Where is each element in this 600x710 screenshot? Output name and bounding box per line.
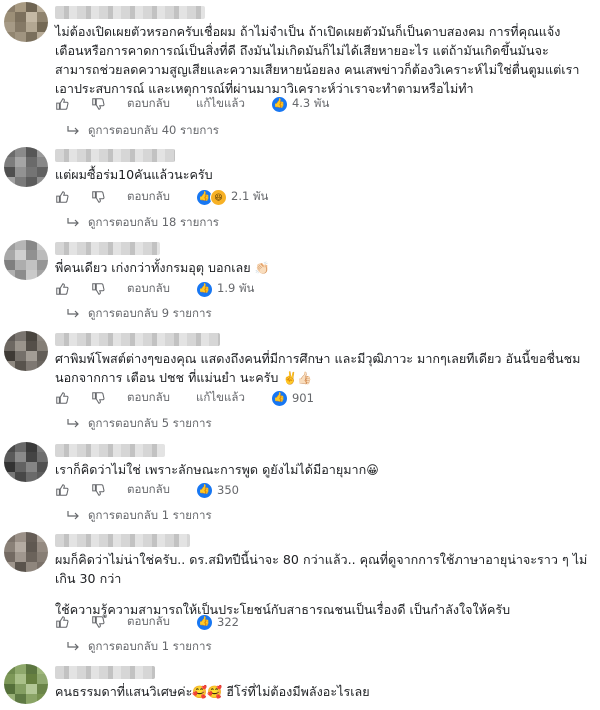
- thumbs-down-icon[interactable]: [91, 391, 105, 405]
- commenter-name[interactable]: [55, 333, 220, 346]
- like-reaction-icon: 👍: [196, 481, 213, 499]
- reaction-summary[interactable]: 👍 322: [196, 613, 239, 631]
- comment-sentence: เราก็คิดว่าไม่ใช่ เพราะลักษณะการพูด ดูยั…: [55, 462, 367, 477]
- replies-label: ดูการตอบกลับ 18 รายการ: [88, 215, 219, 229]
- comment-actions: ตอบกลับ 👍 322: [55, 613, 239, 631]
- comment-paragraph: ผมก็คิดว่าไม่น่าใช่ครับ.. ดร.สมิทปีนี้น่…: [55, 552, 588, 586]
- grinning-emoji: 😀: [366, 463, 379, 477]
- view-replies-button[interactable]: ดูการตอบกลับ 1 รายการ: [66, 638, 212, 656]
- commenter-name[interactable]: [55, 444, 165, 457]
- edited-label: แก้ไขแล้ว: [196, 390, 245, 404]
- comment-text: ศาพิมพ์โพสต์ต่างๆของคุณ แสดงถึงคนที่มีกา…: [55, 349, 590, 388]
- reply-arrow-icon: [66, 125, 80, 137]
- thumbs-up-icon[interactable]: [55, 190, 69, 204]
- avatar[interactable]: [4, 240, 48, 280]
- reply-arrow-icon: [66, 510, 80, 522]
- edited-label: แก้ไขแล้ว: [196, 96, 245, 110]
- reaction-summary[interactable]: 👍 1.9 พัน: [196, 280, 254, 298]
- view-replies-button[interactable]: ดูการตอบกลับ 18 รายการ: [66, 214, 219, 232]
- like-reaction-icon: 👍: [196, 613, 213, 631]
- view-replies-button[interactable]: ดูการตอบกลับ 1 รายการ: [66, 507, 212, 525]
- comment-actions: ตอบกลับ 👍 😆 2.1 พัน: [55, 188, 268, 206]
- comment-actions: ตอบกลับ 👍 350: [55, 481, 239, 499]
- comment-text: แต่ผมซื้อร่ม10คันแล้วนะครับ: [55, 165, 213, 184]
- thumbs-up-icon[interactable]: [55, 391, 69, 405]
- comment-text: เราก็คิดว่าไม่ใช่ เพราะลักษณะการพูด ดูยั…: [55, 460, 379, 480]
- like-reaction-icon: 👍: [270, 95, 288, 113]
- avatar[interactable]: [4, 442, 48, 482]
- view-replies-button[interactable]: ดูการตอบกลับ 40 รายการ: [66, 122, 219, 140]
- reaction-count: 2.1 พัน: [231, 189, 269, 203]
- replies-label: ดูการตอบกลับ 9 รายการ: [88, 306, 212, 320]
- victory-thumbs-emoji: ✌️👍🏻: [282, 371, 313, 385]
- thumbs-down-icon[interactable]: [91, 97, 105, 111]
- reply-button[interactable]: ตอบกลับ: [127, 613, 170, 631]
- comment-paragraph: ไม่ต้องเปิดเผยตัวหรอกครับเชื่อผม ถ้าไม่จ…: [55, 24, 580, 96]
- reaction-summary[interactable]: 👍 901: [270, 389, 314, 407]
- replies-label: ดูการตอบกลับ 1 รายการ: [88, 508, 212, 522]
- reaction-count: 1.9 พัน: [217, 281, 255, 295]
- commenter-name[interactable]: [55, 242, 160, 255]
- smiling-hearts-emoji: 🥰🥰: [192, 685, 223, 699]
- reaction-summary[interactable]: 👍 4.3 พัน: [270, 95, 330, 113]
- reaction-count: 901: [291, 391, 314, 405]
- comment-sentence: ฮีโร่ที่ไม่ต้องมีพลังอะไรเลย: [222, 684, 370, 699]
- reaction-count: 350: [217, 483, 239, 497]
- thumbs-down-icon[interactable]: [91, 615, 105, 629]
- comment-sentence: ศาพิมพ์โพสต์ต่างๆของคุณ แสดงถึงคนที่มีกา…: [55, 351, 581, 385]
- comment-actions: ตอบกลับ แก้ไขแล้ว 👍 901: [55, 389, 314, 407]
- comment-text: ไม่ต้องเปิดเผยตัวหรอกครับเชื่อผม ถ้าไม่จ…: [55, 22, 590, 98]
- avatar[interactable]: [4, 532, 48, 572]
- reply-arrow-icon: [66, 641, 80, 653]
- comment-paragraph: แต่ผมซื้อร่ม10คันแล้วนะครับ: [55, 167, 213, 182]
- commenter-name[interactable]: [55, 666, 155, 679]
- comment-actions: ตอบกลับ 👍 1.9 พัน: [55, 280, 254, 298]
- comment-text: พี่คนเดียว เก่งกว่าทั้งกรมอุตุ บอกเลย 👏🏻: [55, 258, 270, 278]
- reply-button[interactable]: ตอบกลับ: [127, 188, 170, 206]
- haha-reaction-icon: 😆: [210, 188, 227, 206]
- commenter-name[interactable]: [55, 534, 190, 547]
- reply-button[interactable]: ตอบกลับ: [127, 481, 170, 499]
- like-reaction-icon: 👍: [270, 389, 288, 407]
- reply-arrow-icon: [66, 308, 80, 320]
- like-reaction-icon: 👍: [196, 280, 213, 298]
- comment-actions: ตอบกลับ แก้ไขแล้ว 👍 4.3 พัน: [55, 95, 329, 113]
- thumbs-down-icon[interactable]: [91, 190, 105, 204]
- view-replies-button[interactable]: ดูการตอบกลับ 9 รายการ: [66, 305, 212, 323]
- replies-label: ดูการตอบกลับ 1 รายการ: [88, 639, 212, 653]
- reaction-summary[interactable]: 👍 350: [196, 481, 239, 499]
- comment-sentence: พี่คนเดียว เก่งกว่าทั้งกรมอุตุ บอกเลย: [55, 260, 251, 275]
- comment-sentence: คนธรรมดาที่แสนวิเศษค่ะ: [55, 684, 193, 699]
- comment-paragraph: พี่คนเดียว เก่งกว่าทั้งกรมอุตุ บอกเลย 👏🏻: [55, 258, 270, 278]
- reaction-count: 322: [217, 615, 239, 629]
- thumbs-up-icon[interactable]: [55, 483, 69, 497]
- comment-paragraph: คนธรรมดาที่แสนวิเศษค่ะ🥰🥰 ฮีโร่ที่ไม่ต้อง…: [55, 682, 370, 702]
- avatar[interactable]: [4, 664, 48, 704]
- reply-button[interactable]: ตอบกลับ: [127, 389, 170, 407]
- clapping-emoji: 👏🏻: [254, 261, 270, 275]
- thumbs-down-icon[interactable]: [91, 282, 105, 296]
- comment-paragraph: ศาพิมพ์โพสต์ต่างๆของคุณ แสดงถึงคนที่มีกา…: [55, 349, 590, 388]
- avatar[interactable]: [4, 331, 48, 371]
- reply-button[interactable]: ตอบกลับ: [127, 280, 170, 298]
- comment-text: ผมก็คิดว่าไม่น่าใช่ครับ.. ดร.สมิทปีนี้น่…: [55, 550, 590, 619]
- reply-arrow-icon: [66, 418, 80, 430]
- replies-label: ดูการตอบกลับ 40 รายการ: [88, 123, 219, 137]
- avatar[interactable]: [4, 2, 48, 42]
- replies-label: ดูการตอบกลับ 5 รายการ: [88, 416, 212, 430]
- reaction-count: 4.3 พัน: [291, 96, 330, 110]
- thumbs-up-icon[interactable]: [55, 615, 69, 629]
- commenter-name[interactable]: [55, 6, 205, 19]
- view-replies-button[interactable]: ดูการตอบกลับ 5 รายการ: [66, 415, 212, 433]
- thumbs-up-icon[interactable]: [55, 282, 69, 296]
- avatar[interactable]: [4, 147, 48, 187]
- reaction-summary[interactable]: 👍 😆 2.1 พัน: [196, 188, 268, 206]
- commenter-name[interactable]: [55, 149, 175, 162]
- comment-paragraph: เราก็คิดว่าไม่ใช่ เพราะลักษณะการพูด ดูยั…: [55, 460, 379, 480]
- thumbs-up-icon[interactable]: [55, 97, 69, 111]
- comment-text: คนธรรมดาที่แสนวิเศษค่ะ🥰🥰 ฮีโร่ที่ไม่ต้อง…: [55, 682, 370, 702]
- reply-arrow-icon: [66, 217, 80, 229]
- thumbs-down-icon[interactable]: [91, 483, 105, 497]
- reply-button[interactable]: ตอบกลับ: [127, 95, 170, 113]
